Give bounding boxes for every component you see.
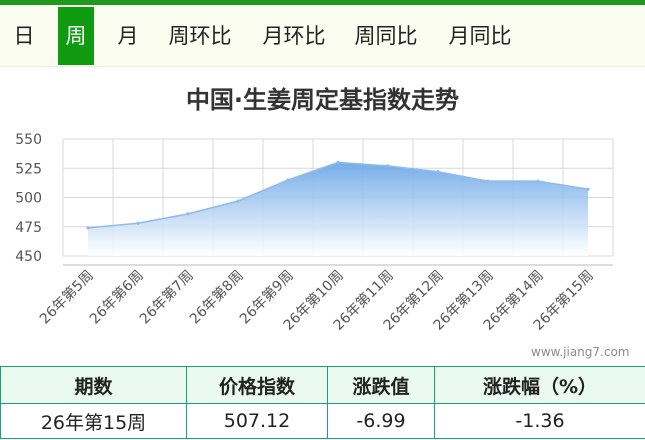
x-tick-label: 26年第5周 [36,267,97,328]
price-index-area-chart: 450 475 500 525 550 26年第5周26年第6周26年第7周26年第8周… [15,132,614,334]
table-row: 26年第15周 507.12 -6.99 -1.36 [0,403,645,439]
data-point [336,160,340,164]
y-tick-label: 500 [15,191,42,207]
x-tick-label: 26年第8周 [186,267,247,328]
header-period: 期数 [0,366,187,404]
y-tick-label: 525 [15,161,42,177]
header-change-value: 涨跌值 [327,366,435,404]
table-header-row: 期数 价格指数 涨跌值 涨跌幅（%） [0,366,645,404]
y-tick-label: 475 [15,220,42,236]
cell-change-percent: -1.36 [434,403,645,439]
summary-table: 期数 价格指数 涨跌值 涨跌幅（%） 26年第15周 507.12 -6.99 … [0,366,645,439]
y-tick-label: 450 [15,249,42,265]
x-tick-label: 26年第7周 [136,267,197,328]
area-series [86,160,590,256]
header-change-percent: 涨跌幅（%） [434,366,645,404]
y-axis-ticks: 450 475 500 525 550 [15,132,42,265]
data-point [236,199,240,203]
cell-change-value: -6.99 [327,403,435,439]
data-point [386,164,390,168]
data-point [436,170,440,174]
data-point [486,179,490,183]
x-tick-label: 26年第6周 [86,267,147,328]
data-point [186,212,190,216]
y-tick-label: 550 [15,132,42,148]
site-watermark: www.jiang7.com [531,345,630,359]
data-point [136,221,140,225]
cell-price-index: 507.12 [186,403,328,439]
x-axis-ticks: 26年第5周26年第6周26年第7周26年第8周26年第9周26年第10周26年… [36,267,597,334]
data-point [586,187,590,191]
data-point [536,179,540,183]
data-point [86,226,90,230]
data-point [286,178,290,182]
cell-period: 26年第15周 [0,403,187,439]
header-price-index: 价格指数 [186,366,328,404]
